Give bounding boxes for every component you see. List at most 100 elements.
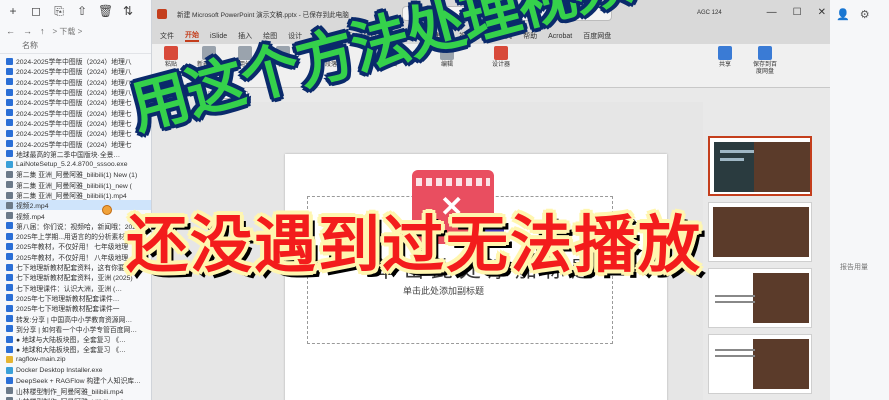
file-explorer-window: + ◻ ⎘ ⇧ 🗑 ⇅ ← → ↑ > 下载 > 名称 2024-2025学年中… <box>0 0 152 400</box>
slide-thumbnail[interactable] <box>708 268 812 328</box>
sort-icon[interactable]: ⇅ <box>121 4 135 18</box>
file-name: LaiNoteSetup_5.2.4.8700_sssoo.exe <box>16 160 128 168</box>
file-name: 2024-2025学年中图版（2024）地理八 <box>16 69 132 77</box>
document-file-icon <box>6 315 13 323</box>
window-controls: — ☐ ✕ <box>767 7 826 18</box>
tab-14[interactable]: Acrobat <box>548 33 572 40</box>
file-item[interactable]: 第二集 亚洲_阿曼阿雅_bilibili(1) New (1) <box>0 169 151 179</box>
share-icon[interactable]: ⇧ <box>75 4 89 18</box>
file-name: 2025年七下地理新教材配套课件… <box>16 295 120 303</box>
slide-thumbnail-panel <box>703 102 830 400</box>
file-item[interactable]: 地球最高的第二季中国版块·全景… <box>0 149 151 159</box>
thumbnail-text-line <box>715 295 755 297</box>
file-item[interactable]: 2024-2025学年中图版（2024）地理七 <box>0 138 151 149</box>
zip-file-icon <box>6 356 13 364</box>
document-file-icon <box>6 273 13 281</box>
file-item[interactable]: ● 地球和大陆板块图，全套复习 《… <box>0 344 151 354</box>
ribbon-button[interactable]: 保存到百度网盘 <box>752 46 778 76</box>
video-file-icon <box>6 170 13 178</box>
document-file-icon <box>6 150 13 158</box>
slide-thumbnail[interactable] <box>708 136 812 196</box>
file-name: 2024-2025学年中图版（2024）地理七 <box>16 120 132 128</box>
delete-icon[interactable]: 🗑 <box>98 4 113 18</box>
file-item[interactable]: 2025年七下地理新教材配套课件一 <box>0 303 151 313</box>
ribbon-button[interactable]: 设计器 <box>488 46 514 69</box>
file-name: ● 地球和大陆板块图，全套复习 《… <box>16 347 126 355</box>
file-item[interactable]: 2024-2025学年中图版（2024）地理七 <box>0 107 151 118</box>
file-name: 到分享 | 如何看一个中小学专管百度网… <box>16 326 138 334</box>
person-icon[interactable]: 👤 <box>836 8 850 21</box>
file-item[interactable]: 2024-2025学年中图版（2024）地理七 <box>0 118 151 128</box>
document-file-icon <box>6 78 13 86</box>
file-name: 视频.mp4 <box>16 213 45 221</box>
file-item[interactable]: 到分享 | 如何看一个中小学专管百度网… <box>0 324 151 334</box>
tab-3[interactable]: 插入 <box>238 31 252 41</box>
tab-1[interactable]: 开始 <box>185 30 199 42</box>
cursor-indicator <box>102 205 112 215</box>
document-file-icon <box>6 294 13 302</box>
file-item[interactable]: 2024-2025学年中图版（2024）地理七 <box>0 97 151 107</box>
file-item[interactable]: 山林楼型制作_阿曼阿雅_bilibili.mp4 <box>0 386 151 396</box>
maximize-icon[interactable]: ☐ <box>793 7 802 18</box>
file-item[interactable]: LaiNoteSetup_5.2.4.8700_sssoo.exe <box>0 159 151 169</box>
file-item[interactable]: 2025年七下地理新教材配套课件… <box>0 293 151 303</box>
file-name: 2024-2025学年中图版（2024）地理八 <box>16 59 132 67</box>
document-file-icon <box>6 263 13 271</box>
file-item[interactable]: 第二集 亚洲_阿曼阿雅_bilibili(1)_new ( <box>0 180 151 190</box>
video-file-icon <box>6 181 13 189</box>
document-file-icon <box>6 67 13 75</box>
column-header-name[interactable]: 名称 <box>0 40 151 54</box>
close-icon[interactable]: ✕ <box>818 7 826 18</box>
exe-file-icon <box>6 160 13 168</box>
document-file-icon <box>6 284 13 292</box>
explorer-toolbar: + ◻ ⎘ ⇧ 🗑 ⇅ <box>0 0 151 22</box>
user-account[interactable]: AGC 124 <box>697 10 722 16</box>
exe-file-icon <box>6 366 13 374</box>
ribbon-button[interactable]: 共享 <box>712 46 738 69</box>
document-file-icon <box>6 335 13 343</box>
copy-icon[interactable]: ⎘ <box>52 4 66 19</box>
file-item[interactable]: ● 地球与大陆板块图，全套复习 《… <box>0 334 151 344</box>
up-arrow-icon[interactable]: ↑ <box>40 26 45 36</box>
slide-subtitle-placeholder[interactable]: 单击此处添加副标题 <box>403 284 484 297</box>
file-item[interactable]: ragflow-main.zip <box>0 355 151 365</box>
document-file-icon <box>6 57 13 65</box>
file-item[interactable]: 七下地理课件：认识大洲，亚洲 (… <box>0 283 151 293</box>
file-item[interactable]: 2024-2025学年中图版（2024）地理八 <box>0 56 151 66</box>
file-name: 第二集 亚洲_阿曼阿雅_bilibili(1) New (1) <box>16 172 138 180</box>
headline-bottom: 还没遇到过无法播放 <box>126 208 703 281</box>
document-file-icon <box>6 88 13 96</box>
minimize-icon[interactable]: — <box>767 7 777 18</box>
file-item[interactable]: 转发:分享 | 中国高中小学教育资源网… <box>0 313 151 324</box>
file-name: 2024-2025学年中图版（2024）地理七 <box>16 110 132 118</box>
ribbon-button-icon <box>164 46 178 60</box>
thumbnail-image <box>753 339 809 389</box>
file-name: 视频2.mp4 <box>16 203 49 211</box>
file-item[interactable]: 2024-2025学年中图版（2024）地理七 <box>0 128 151 138</box>
tab-15[interactable]: 百度网盘 <box>583 31 611 41</box>
settings-icon[interactable]: ⚙ <box>860 8 870 21</box>
tab-2[interactable]: iSlide <box>210 33 227 40</box>
document-file-icon <box>6 242 13 250</box>
ribbon-button-label: 设计器 <box>491 62 510 68</box>
plus-icon[interactable]: + <box>6 4 20 18</box>
view-icon[interactable]: ◻ <box>29 4 43 18</box>
document-file-icon <box>6 98 13 106</box>
ribbon-button-icon <box>718 46 732 60</box>
file-name: ragflow-main.zip <box>16 356 66 364</box>
breadcrumb[interactable]: > 下载 > <box>53 26 83 37</box>
file-item[interactable]: 第二集 亚洲_阿曼阿雅_bilibili(1).mp4 <box>0 190 151 200</box>
file-name: 地球最高的第二季中国版块·全景… <box>16 151 121 159</box>
video-file-icon <box>6 387 13 395</box>
file-item[interactable]: DeepSeek + RAGFlow 构建个人知识库… <box>0 375 151 385</box>
file-name: 山林楼型制作_阿曼阿雅_bilibili.mp4 <box>16 396 123 400</box>
back-arrow-icon[interactable]: ← <box>6 26 15 36</box>
file-item[interactable]: 山林楼型制作_阿曼阿雅_bilibili.mp4 <box>0 396 151 400</box>
file-item[interactable]: Docker Desktop Installer.exe <box>0 365 151 375</box>
document-file-icon <box>6 109 13 117</box>
forward-arrow-icon[interactable]: → <box>23 26 32 36</box>
usage-report-label[interactable]: 报告用量 <box>840 262 868 272</box>
slide-thumbnail[interactable] <box>708 202 812 262</box>
tab-0[interactable]: 文件 <box>160 31 174 41</box>
slide-thumbnail[interactable] <box>708 334 812 394</box>
